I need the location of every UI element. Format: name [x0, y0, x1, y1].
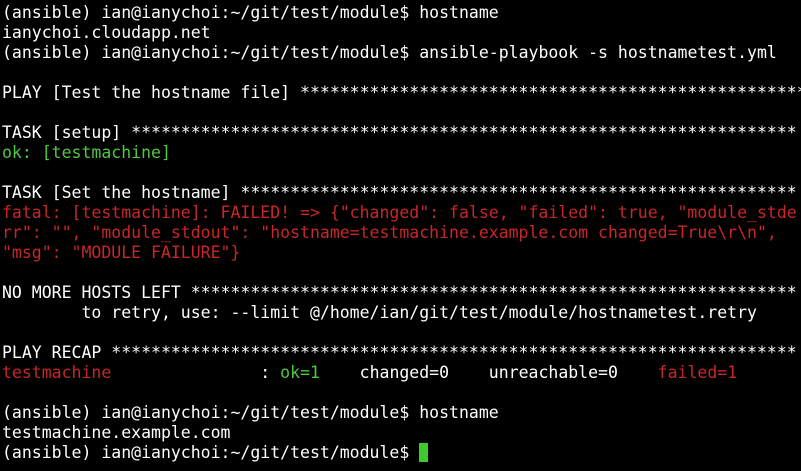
command-text: ansible-playbook -s hostnametest.yml [419, 43, 777, 62]
terminal-window[interactable]: (ansible) ian@ianychoi:~/git/test/module… [0, 0, 801, 471]
prompt: (ansible) ian@ianychoi:~/git/test/module… [2, 443, 420, 462]
task-hostname-header: TASK [Set the hostname] ****************… [2, 183, 797, 202]
prompt-line: (ansible) ian@ianychoi:~/git/test/module… [2, 43, 801, 63]
task-setup-header: TASK [setup] ***************************… [2, 123, 797, 142]
output-line: ianychoi.cloudapp.net [2, 23, 211, 42]
recap-host: testmachine [2, 363, 261, 382]
prompt: (ansible) ian@ianychoi:~/git/test/module… [2, 3, 420, 22]
command-text: hostname [419, 403, 499, 422]
recap-changed: changed=0 [319, 363, 450, 382]
no-more-hosts-header: NO MORE HOSTS LEFT *********************… [2, 283, 797, 302]
text-cursor[interactable] [419, 443, 429, 462]
recap-failed: failed=1 [617, 363, 738, 382]
prompt: (ansible) ian@ianychoi:~/git/test/module… [2, 403, 420, 422]
command-text: hostname [419, 3, 499, 22]
prompt: (ansible) ian@ianychoi:~/git/test/module… [2, 43, 420, 62]
task-setup-result: ok: [testmachine] [2, 143, 171, 162]
recap-ok: ok=1 [280, 363, 320, 382]
prompt-line: (ansible) ian@ianychoi:~/git/test/module… [2, 403, 801, 423]
play-header: PLAY [Test the hostname file] **********… [2, 83, 801, 102]
recap-separator: : [260, 363, 281, 382]
prompt-line: (ansible) ian@ianychoi:~/git/test/module… [2, 3, 801, 23]
retry-hint: to retry, use: --limit @/home/ian/git/te… [2, 303, 757, 322]
fatal-error-message: fatal: [testmachine]: FAILED! => {"chang… [2, 203, 797, 262]
recap-row: testmachine : ok=1 changed=0 unreachable… [2, 363, 801, 383]
output-line: testmachine.example.com [2, 423, 231, 442]
recap-unreachable: unreachable=0 [449, 363, 618, 382]
active-prompt-line[interactable]: (ansible) ian@ianychoi:~/git/test/module… [2, 443, 801, 463]
play-recap-header: PLAY RECAP *****************************… [2, 343, 797, 362]
